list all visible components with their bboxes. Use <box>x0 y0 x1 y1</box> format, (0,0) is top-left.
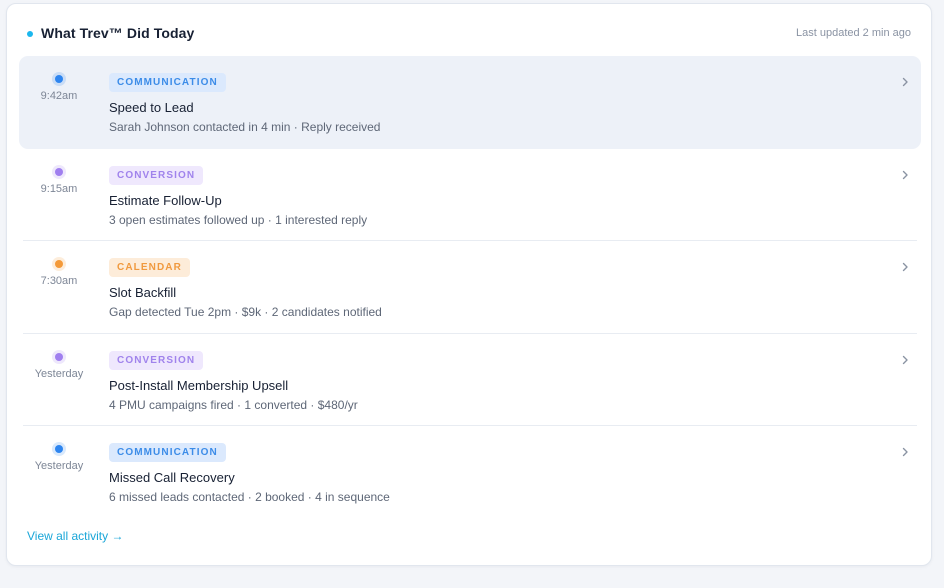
chevron-right-icon[interactable] <box>899 76 911 88</box>
activity-row[interactable]: 9:42am COMMUNICATION Speed to Lead Sarah… <box>19 56 921 149</box>
live-indicator-dot <box>27 31 33 37</box>
activity-time: 9:15am <box>40 182 78 195</box>
activity-time: 7:30am <box>40 275 78 287</box>
card-title: What Trev™ Did Today <box>41 25 195 41</box>
category-badge: CONVERSION <box>109 350 204 370</box>
activity-list: 9:42am COMMUNICATION Speed to Lead Sarah… <box>19 56 921 519</box>
status-dot <box>52 72 66 86</box>
category-badge: COMMUNICATION <box>109 443 226 462</box>
chevron-right-icon[interactable] <box>899 261 911 273</box>
activity-title: Post-Install Membership Upsell <box>109 377 289 393</box>
activity-description: Sarah Johnson contacted in 4 min · Reply… <box>109 120 381 134</box>
activity-description: 4 PMU campaigns fired · 1 converted · $4… <box>109 397 358 412</box>
activity-title: Estimate Follow-Up <box>109 192 222 208</box>
activity-row[interactable]: 9:15am CONVERSION Estimate Follow-Up 3 o… <box>19 148 921 241</box>
activity-description: Gap detected Tue 2pm · $9k · 2 candidate… <box>109 305 382 319</box>
activity-card: What Trev™ Did Today Last updated 2 min … <box>6 3 932 566</box>
activity-time: 9:42am <box>40 90 78 102</box>
last-updated-text: Last updated 2 min ago <box>796 27 911 39</box>
activity-row[interactable]: Yesterday CONVERSION Post-Install Member… <box>19 333 921 426</box>
category-badge: COMMUNICATION <box>109 73 226 92</box>
chevron-right-icon[interactable] <box>899 354 911 366</box>
activity-description: 6 missed leads contacted · 2 booked · 4 … <box>109 490 390 504</box>
status-dot <box>52 349 66 364</box>
card-header: What Trev™ Did Today Last updated 2 min … <box>7 4 931 56</box>
category-badge: CONVERSION <box>109 165 204 185</box>
chevron-right-icon[interactable] <box>899 446 911 458</box>
activity-title: Slot Backfill <box>109 285 177 300</box>
activity-title: Missed Call Recovery <box>109 470 235 485</box>
status-dot <box>52 442 66 456</box>
activity-time: Yesterday <box>34 367 84 380</box>
activity-time: Yesterday <box>34 460 84 472</box>
view-all-activity-link[interactable]: View all activity → <box>27 529 123 543</box>
activity-row[interactable]: 7:30am CALENDAR Slot Backfill Gap detect… <box>19 241 921 334</box>
chevron-right-icon[interactable] <box>899 169 911 181</box>
status-dot <box>52 257 66 271</box>
activity-description: 3 open estimates followed up · 1 interes… <box>109 212 368 227</box>
activity-title: Speed to Lead <box>109 100 194 115</box>
activity-row[interactable]: Yesterday COMMUNICATION Missed Call Reco… <box>19 426 921 519</box>
status-dot <box>52 164 66 179</box>
category-badge: CALENDAR <box>109 258 190 277</box>
